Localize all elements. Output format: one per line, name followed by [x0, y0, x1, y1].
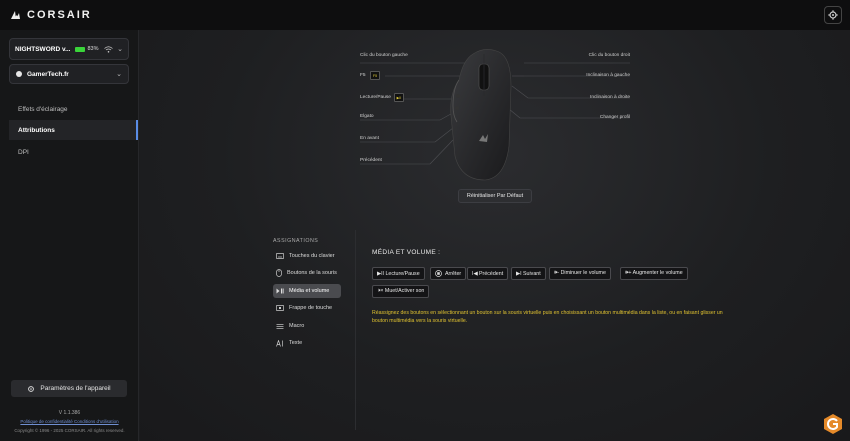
media-section-title: MÉDIA ET VOLUME : — [372, 249, 441, 256]
label-switch-profile[interactable]: Changer profil — [600, 115, 630, 120]
corsair-sails-icon — [11, 11, 20, 19]
app-version: V 1.1.386 — [58, 410, 81, 416]
key-chip-play-pause: ▶II — [394, 93, 404, 102]
assign-label: Média et volume — [289, 288, 330, 294]
settings-button[interactable] — [824, 6, 842, 24]
assign-label: Touches du clavier — [289, 253, 335, 259]
media-previous-button[interactable]: I◀ Précédent — [467, 267, 509, 280]
label-left-click[interactable]: Clic du bouton gauche — [360, 53, 408, 58]
media-button-label: Arrêter — [445, 270, 462, 277]
label-play-pause[interactable]: Lecture/Pause — [360, 95, 391, 100]
nav-assignments[interactable]: Attributions — [9, 120, 138, 140]
profile-selector[interactable]: GamerTech.fr ⌄ — [9, 64, 129, 84]
gear-icon — [28, 385, 35, 392]
media-stop-button[interactable]: Arrêter — [430, 267, 467, 280]
mouse-icon — [276, 269, 282, 277]
profile-dot — [16, 71, 22, 77]
label-forward[interactable]: En avant — [360, 136, 379, 141]
copyright: Copyright © 1996 - 2025 CORSAIR. All rig… — [14, 428, 125, 433]
main-panel: Clic du bouton gauche F5 F5 Lecture/Paus… — [140, 30, 850, 441]
device-name: NIGHTSWORD v... — [15, 45, 71, 53]
label-right-click[interactable]: Clic du bouton droit — [589, 53, 630, 58]
gear-icon — [828, 10, 838, 20]
media-volume-up-button[interactable]: 🕪+ Augmenter le volume — [620, 267, 688, 280]
macro-icon — [276, 323, 284, 329]
title-bar: CORSAIR — [0, 0, 850, 30]
assignments-title: ASSIGNATIONS — [273, 238, 319, 244]
assign-media-volume[interactable]: Média et volume — [273, 284, 341, 298]
media-instructions: Réassignez des boutons en sélectionnant … — [372, 310, 723, 324]
stop-icon — [435, 270, 442, 277]
label-elgato[interactable]: Elgato — [360, 114, 374, 119]
media-volume-down-button[interactable]: 🕪- Diminuer le volume — [549, 267, 611, 280]
label-f5[interactable]: F5 — [360, 73, 366, 78]
assign-label: Frappe de touche — [289, 305, 333, 311]
wireless-icon — [103, 45, 113, 53]
nav-dpi[interactable]: DPI — [9, 142, 138, 162]
chevron-down-icon: ⌄ — [116, 71, 122, 78]
reset-defaults-button[interactable]: Réinitialiser Par Défaut — [458, 189, 532, 203]
assign-mouse-buttons[interactable]: Boutons de la souris — [273, 266, 341, 280]
media-play-pause-button[interactable]: ▶II Lecture/Pause — [372, 267, 425, 280]
keyboard-icon — [276, 253, 284, 259]
nav-lighting-effects[interactable]: Effets d'éclairage — [9, 99, 138, 119]
assign-label: Macro — [289, 323, 305, 329]
virtual-mouse-image[interactable] — [445, 46, 525, 186]
text-icon — [276, 339, 283, 347]
media-next-button[interactable]: ▶I Suivant — [511, 267, 546, 280]
corsair-logo: CORSAIR — [10, 9, 92, 21]
assign-keystroke[interactable]: Frappe de touche — [273, 301, 341, 315]
assign-label: Boutons de la souris — [287, 270, 337, 276]
label-back[interactable]: Précédent — [360, 158, 382, 163]
assign-label: Texte — [289, 340, 303, 346]
media-mute-button[interactable]: 🕨× Muet/Activer son — [372, 285, 430, 298]
gamertech-logo-icon — [824, 414, 842, 434]
brand-name: CORSAIR — [27, 9, 92, 21]
assign-macro[interactable]: Macro — [273, 319, 341, 333]
battery-percent: 83% — [87, 46, 99, 52]
assign-keyboard-keys[interactable]: Touches du clavier — [273, 249, 341, 263]
assign-text[interactable]: Texte — [273, 336, 341, 350]
sidebar: NIGHTSWORD v... 83% ⌄ GamerTech.fr ⌄ Eff… — [0, 30, 139, 441]
battery-icon — [74, 46, 85, 52]
chevron-down-icon: ⌄ — [117, 46, 123, 53]
label-tilt-right[interactable]: Inclinaison à droite — [590, 95, 630, 100]
device-settings-button[interactable]: Paramètres de l'appareil — [11, 380, 127, 397]
keystroke-icon — [276, 305, 284, 311]
key-chip-f5: F5 — [370, 71, 380, 80]
device-settings-label: Paramètres de l'appareil — [40, 385, 111, 392]
profile-name: GamerTech.fr — [27, 70, 69, 78]
media-icon — [276, 288, 284, 294]
device-selector[interactable]: NIGHTSWORD v... 83% ⌄ — [9, 38, 129, 60]
label-tilt-left[interactable]: Inclinaison à gauche — [586, 73, 630, 78]
divider — [355, 230, 356, 430]
legal-links[interactable]: Politique de confidentialité Conditions … — [0, 419, 139, 424]
